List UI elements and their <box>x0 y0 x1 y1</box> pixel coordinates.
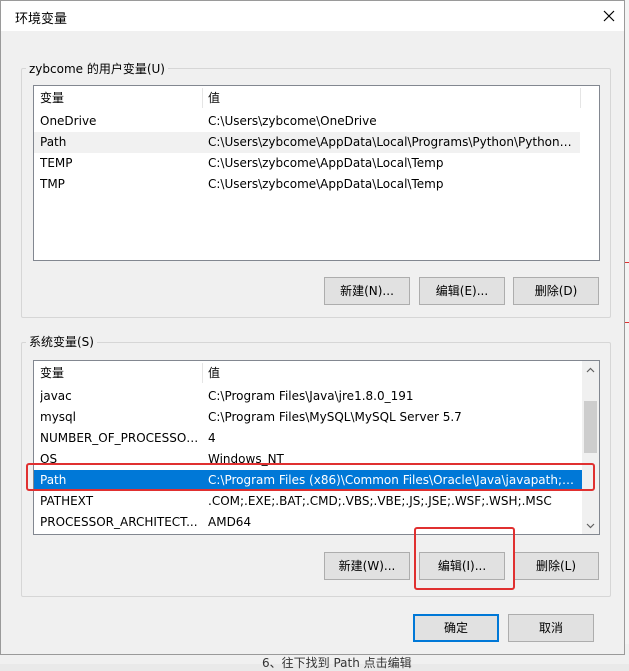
close-button[interactable] <box>594 1 624 31</box>
system-edit-button[interactable]: 编辑(I)... <box>419 552 505 580</box>
system-new-button[interactable]: 新建(W)... <box>324 552 410 580</box>
row-value: Windows_NT <box>208 452 284 466</box>
row-variable: Path <box>40 473 67 487</box>
row-value: .COM;.EXE;.BAT;.CMD;.VBS;.VBE;.JS;.JSE;.… <box>208 494 552 508</box>
close-icon <box>603 10 615 22</box>
row-value: AMD64 <box>208 515 252 529</box>
row-variable: PATHEXT <box>40 494 94 508</box>
column-header-variable[interactable]: 变量 <box>34 361 64 385</box>
table-row[interactable]: PATHEXT .COM;.EXE;.BAT;.CMD;.VBS;.VBE;.J… <box>34 491 582 512</box>
row-variable: OneDrive <box>40 114 97 128</box>
row-value: C:\Users\zybcome\AppData\Local\Programs\… <box>208 135 578 149</box>
chevron-down-icon <box>586 523 595 528</box>
window-title: 环境变量 <box>15 12 68 27</box>
scroll-down-button[interactable] <box>582 517 599 534</box>
row-variable: PROCESSOR_ARCHITECT... <box>40 515 198 529</box>
user-new-button[interactable]: 新建(N)... <box>324 277 410 305</box>
row-variable: OS <box>40 452 58 466</box>
vertical-scrollbar[interactable] <box>582 361 599 534</box>
chevron-up-icon <box>586 367 595 372</box>
row-value: C:\Users\zybcome\AppData\Local\Temp <box>208 177 444 191</box>
column-separator <box>580 88 581 108</box>
system-delete-button[interactable]: 删除(L) <box>513 552 599 580</box>
list-header: 变量 值 <box>34 86 599 110</box>
table-row[interactable]: TMP C:\Users\zybcome\AppData\Local\Temp <box>34 174 580 195</box>
table-row[interactable]: NUMBER_OF_PROCESSORS 4 <box>34 428 582 449</box>
list-header: 变量 值 <box>34 361 582 385</box>
row-value: C:\Program Files\Java\jre1.8.0_191 <box>208 389 414 403</box>
column-header-value[interactable]: 值 <box>202 86 220 110</box>
column-header-variable[interactable]: 变量 <box>34 86 64 110</box>
row-variable: mysql <box>40 410 76 424</box>
row-value: C:\Program Files (x86)\Common Files\Orac… <box>208 473 578 487</box>
user-variables-list[interactable]: 变量 值 OneDrive C:\Users\zybcome\OneDrive … <box>33 85 600 261</box>
table-row[interactable]: mysql C:\Program Files\MySQL\MySQL Serve… <box>34 407 582 428</box>
row-value: C:\Users\zybcome\OneDrive <box>208 114 377 128</box>
scroll-thumb[interactable] <box>584 401 597 453</box>
background-caption: 6、往下找到 Path 点击编辑 <box>262 656 412 670</box>
row-value: C:\Users\zybcome\AppData\Local\Temp <box>208 156 444 170</box>
table-row[interactable]: OneDrive C:\Users\zybcome\OneDrive <box>34 111 580 132</box>
row-value: C:\Program Files\MySQL\MySQL Server 5.7 <box>208 410 462 424</box>
table-row[interactable]: javac C:\Program Files\Java\jre1.8.0_191 <box>34 386 582 407</box>
row-value: 4 <box>208 431 216 445</box>
table-row[interactable]: OS Windows_NT <box>34 449 582 470</box>
column-header-value[interactable]: 值 <box>202 361 220 385</box>
table-row[interactable]: PROCESSOR_ARCHITECT... AMD64 <box>34 512 582 533</box>
table-row-selected[interactable]: Path C:\Program Files (x86)\Common Files… <box>34 470 582 491</box>
ok-button[interactable]: 确定 <box>413 614 499 642</box>
cancel-button[interactable]: 取消 <box>508 614 594 642</box>
system-variables-label: 系统变量(S) <box>26 333 97 350</box>
system-variables-list[interactable]: 变量 值 javac C:\Program Files\Java\jre1.8.… <box>33 360 600 535</box>
row-variable: javac <box>40 389 72 403</box>
environment-variables-dialog: 环境变量 zybcome 的用户变量(U) 变量 值 OneDrive C:\U… <box>0 0 625 655</box>
row-variable: NUMBER_OF_PROCESSORS <box>40 431 200 445</box>
user-delete-button[interactable]: 删除(D) <box>513 277 599 305</box>
user-edit-button[interactable]: 编辑(E)... <box>419 277 505 305</box>
row-variable: TMP <box>40 177 65 191</box>
user-variables-label: zybcome 的用户变量(U) <box>26 60 168 77</box>
title-bar: 环境变量 <box>1 1 624 31</box>
scroll-up-button[interactable] <box>582 361 599 378</box>
table-row[interactable]: TEMP C:\Users\zybcome\AppData\Local\Temp <box>34 153 580 174</box>
table-row[interactable]: Path C:\Users\zybcome\AppData\Local\Prog… <box>34 132 580 153</box>
row-variable: Path <box>40 135 67 149</box>
row-variable: TEMP <box>40 156 73 170</box>
